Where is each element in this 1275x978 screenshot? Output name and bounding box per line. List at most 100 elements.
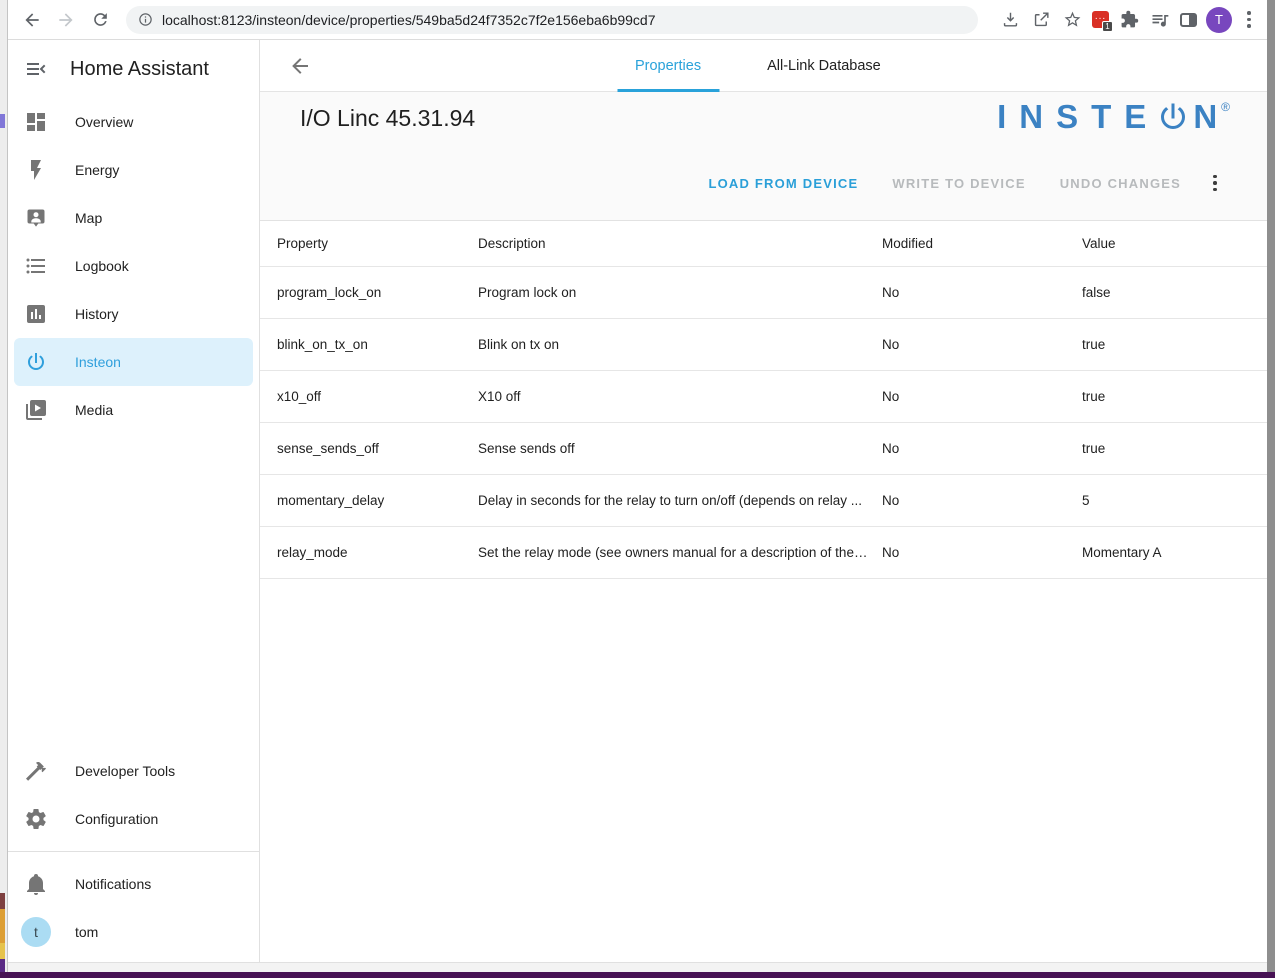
table-header-row: Property Description Modified Value (260, 221, 1267, 267)
main-content: Properties All-Link Database I/O Linc 45… (260, 40, 1267, 962)
bookmark-star-icon[interactable] (1061, 9, 1083, 31)
playlist-music-icon[interactable] (1149, 9, 1171, 31)
cell-modified: No (882, 441, 1082, 456)
share-icon[interactable] (1030, 9, 1052, 31)
table-row[interactable]: relay_mode Set the relay mode (see owner… (260, 527, 1267, 579)
ha-sidebar: Home Assistant Overview Energy Map Logbo… (8, 40, 260, 962)
logo-letters: INSTE (997, 98, 1159, 136)
sidebar-item-label: Notifications (75, 876, 151, 892)
cell-modified: No (882, 337, 1082, 352)
table-row[interactable]: blink_on_tx_on Blink on tx on No true (260, 319, 1267, 371)
cell-description: Blink on tx on (478, 337, 882, 352)
undo-changes-button[interactable]: UNDO CHANGES (1060, 176, 1181, 191)
table-row[interactable]: momentary_delay Delay in seconds for the… (260, 475, 1267, 527)
sidebar-item-configuration[interactable]: Configuration (8, 795, 259, 843)
sidebar-toggle-icon[interactable] (24, 57, 48, 81)
sidebar-bottom: Developer Tools Configuration Notificati… (8, 747, 259, 962)
background-window-sliver (0, 0, 8, 972)
red-extension-icon[interactable]: ... 1 (1092, 11, 1109, 28)
sidebar-item-label: Configuration (75, 811, 158, 827)
properties-table: Property Description Modified Value prog… (260, 221, 1267, 579)
horizontal-scrollbar[interactable] (8, 962, 1267, 972)
bell-icon (24, 872, 48, 896)
page-info-icon[interactable] (138, 12, 153, 27)
overflow-menu-icon[interactable] (1207, 172, 1223, 194)
sidebar-item-overview[interactable]: Overview (8, 98, 259, 146)
browser-reload-icon[interactable] (86, 6, 114, 34)
sliver-fragment (0, 959, 5, 972)
sidebar-item-label: Developer Tools (75, 763, 175, 779)
browser-profile-avatar[interactable]: T (1206, 7, 1232, 33)
sidebar-item-energy[interactable]: Energy (8, 146, 259, 194)
tab-all-link-database[interactable]: All-Link Database (749, 40, 899, 92)
cell-property: program_lock_on (277, 285, 478, 300)
url-text: localhost:8123/insteon/device/properties… (162, 12, 656, 28)
device-header: I/O Linc 45.31.94 INSTE N ® LOAD FROM DE… (260, 92, 1267, 221)
sidebar-header: Home Assistant (8, 40, 259, 98)
table-row[interactable]: x10_off X10 off No true (260, 371, 1267, 423)
chart-box-icon (24, 302, 48, 326)
column-header-modified: Modified (882, 236, 1082, 251)
cell-modified: No (882, 493, 1082, 508)
download-icon[interactable] (999, 9, 1021, 31)
sidebar-divider (8, 851, 259, 852)
load-from-device-button[interactable]: LOAD FROM DEVICE (708, 176, 858, 191)
cell-modified: No (882, 545, 1082, 560)
sliver-fragment (0, 943, 5, 959)
gear-icon (24, 807, 48, 831)
sidebar-item-developer-tools[interactable]: Developer Tools (8, 747, 259, 795)
sidebar-item-logbook[interactable]: Logbook (8, 242, 259, 290)
user-avatar: t (21, 917, 51, 947)
extension-dots: ... (1095, 14, 1106, 20)
hammer-icon (24, 759, 48, 783)
cell-value: Momentary A (1082, 545, 1265, 560)
sidebar-item-map[interactable]: Map (8, 194, 259, 242)
device-actions: LOAD FROM DEVICE WRITE TO DEVICE UNDO CH… (708, 172, 1223, 194)
cell-modified: No (882, 285, 1082, 300)
extensions-puzzle-icon[interactable] (1118, 9, 1140, 31)
sidebar-item-label: History (75, 306, 119, 322)
write-to-device-button[interactable]: WRITE TO DEVICE (892, 176, 1025, 191)
cell-description: Sense sends off (478, 441, 882, 456)
sidebar-item-media[interactable]: Media (8, 386, 259, 434)
sidebar-item-insteon[interactable]: Insteon (14, 338, 253, 386)
registered-mark: ® (1221, 100, 1230, 114)
cell-description: Delay in seconds for the relay to turn o… (478, 493, 882, 508)
browser-toolbar: localhost:8123/insteon/device/properties… (8, 0, 1267, 40)
sidebar-item-label: Insteon (75, 354, 121, 370)
cell-value: true (1082, 389, 1265, 404)
sidebar-item-label: Energy (75, 162, 119, 178)
sidebar-item-label: Overview (75, 114, 133, 130)
cell-description: X10 off (478, 389, 882, 404)
cell-value: true (1082, 441, 1265, 456)
tab-properties[interactable]: Properties (617, 40, 719, 92)
sidebar-item-history[interactable]: History (8, 290, 259, 338)
cell-property: momentary_delay (277, 493, 478, 508)
column-header-property: Property (277, 236, 478, 251)
sidebar-item-label: Logbook (75, 258, 129, 274)
address-bar[interactable]: localhost:8123/insteon/device/properties… (126, 6, 978, 34)
browser-menu-icon[interactable] (1241, 9, 1257, 31)
sidebar-item-user[interactable]: t tom (8, 908, 259, 956)
logo-power-icon (1155, 99, 1191, 135)
toolbar-actions: ... 1 T (990, 7, 1257, 33)
sliver-fragment (0, 909, 5, 943)
sidebar-item-label: Media (75, 402, 113, 418)
account-location-icon (24, 206, 48, 230)
cell-description: Program lock on (478, 285, 882, 300)
table-row[interactable]: program_lock_on Program lock on No false (260, 267, 1267, 319)
cell-value: true (1082, 337, 1265, 352)
app-title: Home Assistant (70, 58, 209, 81)
back-arrow-icon[interactable] (288, 54, 312, 78)
sliver-fragment (0, 114, 5, 128)
sidebar-item-notifications[interactable]: Notifications (8, 860, 259, 908)
column-header-value: Value (1082, 236, 1265, 251)
browser-forward-icon[interactable] (52, 6, 80, 34)
column-header-description: Description (478, 236, 882, 251)
side-panel-icon[interactable] (1180, 13, 1197, 27)
table-row[interactable]: sense_sends_off Sense sends off No true (260, 423, 1267, 475)
cell-property: blink_on_tx_on (277, 337, 478, 352)
cell-description: Set the relay mode (see owners manual fo… (478, 545, 882, 560)
view-dashboard-icon (24, 110, 48, 134)
browser-back-icon[interactable] (18, 6, 46, 34)
